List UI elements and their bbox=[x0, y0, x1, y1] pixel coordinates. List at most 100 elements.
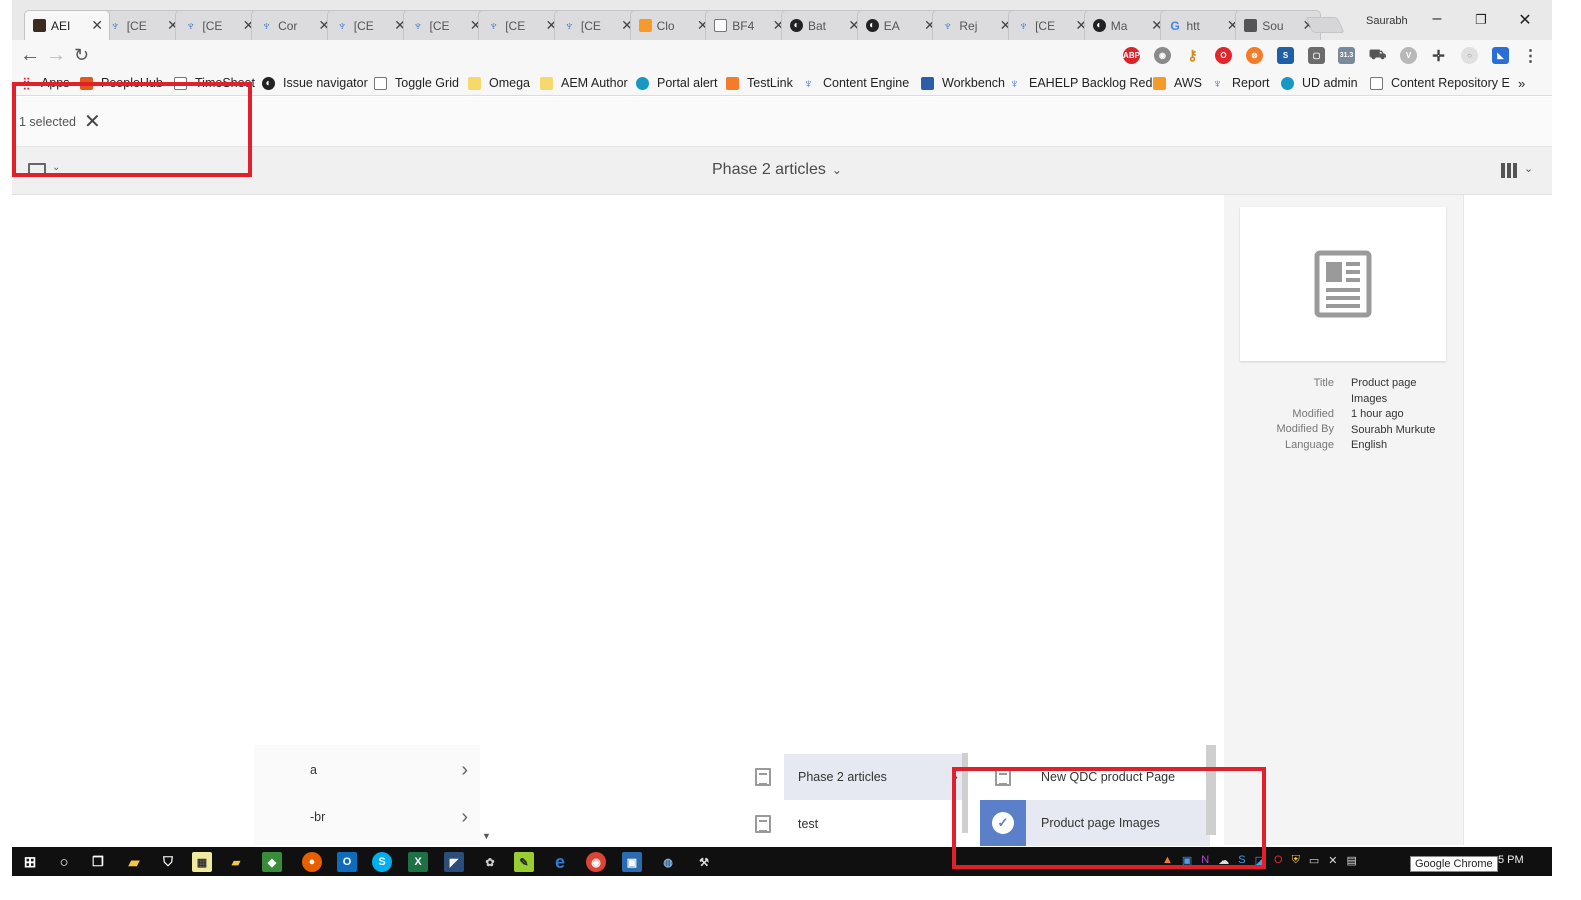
extension-s-icon[interactable]: S bbox=[1277, 47, 1294, 64]
tab-title: [CE bbox=[580, 18, 601, 33]
extension-move-icon[interactable]: ✛ bbox=[1430, 47, 1447, 65]
browser-tab[interactable]: ♆ [CE ✕ bbox=[402, 10, 489, 40]
bookmark-label: AEM Author bbox=[561, 76, 628, 90]
ea-icon: ◐ bbox=[790, 19, 803, 32]
extension-circle-icon[interactable]: ○ bbox=[1461, 47, 1478, 64]
view-chevron-icon[interactable]: ⌄ bbox=[1524, 162, 1533, 175]
bookmark-item[interactable]: Toggle Grid bbox=[374, 76, 459, 90]
extension-v-icon[interactable]: V bbox=[1400, 47, 1417, 64]
column-item-phase2[interactable]: Phase 2 articles › bbox=[742, 754, 968, 800]
browser-tab[interactable]: ◐ Bat ✕ bbox=[781, 10, 867, 40]
bookmark-item[interactable]: Workbench bbox=[921, 76, 1005, 90]
profile-name[interactable]: Saurabh bbox=[1366, 15, 1408, 27]
detail-title: Product page Images bbox=[1351, 377, 1417, 405]
sticky-notes-icon[interactable]: ▦ bbox=[192, 852, 212, 872]
key-icon[interactable]: ⚷ bbox=[1184, 47, 1201, 64]
restore-icon[interactable]: ❐ bbox=[1466, 12, 1496, 28]
opera-icon[interactable]: O bbox=[1215, 47, 1232, 64]
tab-close-icon[interactable]: ✕ bbox=[91, 17, 103, 34]
browser-tab[interactable]: ♆ [CE ✕ bbox=[478, 10, 565, 40]
excel-icon[interactable]: X bbox=[408, 852, 428, 872]
new-tab-button[interactable] bbox=[1305, 17, 1345, 33]
windows-start-icon[interactable]: ⊞ bbox=[20, 852, 40, 872]
browser-tab[interactable]: ♆ [CE ✕ bbox=[1008, 10, 1095, 40]
skype-icon[interactable]: S bbox=[372, 852, 392, 872]
task-view-icon[interactable]: ❐ bbox=[88, 852, 108, 872]
item-preview-card[interactable] bbox=[1240, 207, 1446, 361]
tray-opera-icon[interactable]: O bbox=[1274, 854, 1283, 867]
tab-title: htt bbox=[1186, 18, 1200, 33]
cortana-icon[interactable]: ○ bbox=[54, 852, 74, 872]
outlook-icon[interactable]: O bbox=[337, 852, 357, 872]
extension-badge-icon[interactable]: 31.3 bbox=[1338, 47, 1355, 64]
menu-icon[interactable]: ⋮ bbox=[1522, 47, 1539, 65]
jira-icon: ♆ bbox=[186, 18, 196, 33]
browser-tab[interactable]: ♆ [CE ✕ bbox=[553, 10, 640, 40]
bookmark-item[interactable]: Content Repository E bbox=[1370, 76, 1510, 90]
network-icon[interactable]: ▤ bbox=[1346, 854, 1356, 867]
notepad-icon[interactable]: ✎ bbox=[514, 852, 534, 872]
browser-tab[interactable]: ◐ EA ✕ bbox=[856, 10, 943, 40]
bookmark-item[interactable]: ♆ Report bbox=[1211, 76, 1270, 91]
bookmark-item[interactable]: Omega bbox=[468, 76, 530, 90]
browser-tab[interactable]: AEI ✕ bbox=[24, 10, 110, 40]
close-window-icon[interactable]: ✕ bbox=[1510, 10, 1540, 30]
store-icon[interactable]: ⛉ bbox=[158, 852, 178, 872]
remote-desktop-icon[interactable]: ▣ bbox=[622, 852, 642, 872]
column-view-icon[interactable] bbox=[1501, 163, 1517, 178]
reload-icon[interactable]: ↻ bbox=[74, 45, 89, 66]
bookmark-item[interactable]: ◐ Issue navigator bbox=[262, 76, 368, 90]
browser-tab[interactable]: Clo ✕ bbox=[629, 10, 716, 40]
volume-muted-icon[interactable]: ✕ bbox=[1328, 854, 1337, 867]
tab-title: [CE bbox=[505, 18, 526, 33]
folder-title-dropdown[interactable]: Phase 2 articles ⌄ bbox=[712, 161, 842, 179]
bookmark-item[interactable]: ♆ EAHELP Backlog Red bbox=[1008, 76, 1153, 91]
column-item-test[interactable]: test bbox=[742, 801, 968, 847]
details-values: Product page Images 1 hour ago Sourabh M… bbox=[1351, 376, 1451, 454]
app-globe-icon[interactable]: ◍ bbox=[658, 852, 678, 872]
browser-tab[interactable]: ♆ [CE ✕ bbox=[99, 10, 186, 40]
tray-battery-icon[interactable]: ▭ bbox=[1309, 854, 1319, 867]
minimize-icon[interactable]: – bbox=[1422, 10, 1452, 28]
bookmark-item[interactable]: UD admin bbox=[1281, 76, 1358, 90]
extension-blue-icon[interactable]: ◣ bbox=[1492, 47, 1509, 64]
browser-tab[interactable]: BF4 ✕ bbox=[705, 10, 792, 40]
bookmark-item[interactable]: TestLink bbox=[726, 76, 793, 90]
app-tools-icon[interactable]: ⚒ bbox=[694, 852, 714, 872]
browser-tab[interactable]: ◐ Ma ✕ bbox=[1083, 10, 1170, 40]
edge-icon[interactable]: e bbox=[550, 852, 570, 872]
column-3: Phase 2 articles › test bbox=[742, 745, 968, 845]
browser-tab[interactable]: ♆ Cor ✕ bbox=[251, 10, 338, 40]
bookmark-item[interactable]: ♆ Content Engine bbox=[802, 76, 910, 91]
folder-shortcut-icon[interactable]: ▰ bbox=[226, 852, 246, 872]
scroll-down-icon[interactable]: ▼ bbox=[482, 831, 491, 841]
app-gray-icon[interactable]: ✿ bbox=[480, 852, 500, 872]
bookmark-item[interactable]: Portal alert bbox=[636, 76, 717, 90]
clock[interactable]: 5 PM bbox=[1498, 854, 1524, 866]
column-item[interactable]: -br › bbox=[254, 794, 480, 840]
firefox-icon[interactable]: ● bbox=[302, 852, 322, 872]
app-icon[interactable]: ◆ bbox=[262, 852, 282, 872]
file-explorer-icon[interactable]: ▰ bbox=[124, 852, 144, 872]
extension-globe-icon[interactable]: ◉ bbox=[1154, 47, 1171, 64]
browser-tab[interactable]: ♆ [CE ✕ bbox=[326, 10, 413, 40]
adblock-icon[interactable]: ABP bbox=[1123, 47, 1140, 64]
back-icon[interactable]: ← bbox=[20, 44, 40, 67]
extension-car-icon[interactable]: ⛟ bbox=[1369, 46, 1387, 64]
bookmark-item[interactable]: AEM Author bbox=[540, 76, 628, 90]
bookmarks-overflow-icon[interactable]: » bbox=[1518, 76, 1525, 91]
app-blue-icon[interactable]: ◤ bbox=[444, 852, 464, 872]
browser-tab[interactable]: Ghtt ✕ bbox=[1159, 10, 1246, 40]
extension-orange-icon[interactable]: ⊗ bbox=[1246, 47, 1263, 64]
chrome-icon[interactable]: ◉ bbox=[586, 852, 606, 872]
forward-icon[interactable]: → bbox=[46, 44, 66, 67]
document-icon bbox=[714, 19, 728, 32]
tab-title: Rej bbox=[959, 18, 978, 33]
browser-tab[interactable]: ♆ Rej ✕ bbox=[932, 10, 1019, 40]
column-item[interactable]: a › bbox=[254, 747, 480, 793]
browser-tab[interactable]: ♆ [CE ✕ bbox=[175, 10, 262, 40]
extension-gray-icon[interactable]: ▢ bbox=[1308, 47, 1325, 64]
tray-shield-icon[interactable]: ⛨ bbox=[1292, 854, 1300, 867]
extension-badge-count: 31.3 bbox=[1339, 52, 1354, 59]
bookmark-item[interactable]: AWS bbox=[1153, 76, 1202, 90]
